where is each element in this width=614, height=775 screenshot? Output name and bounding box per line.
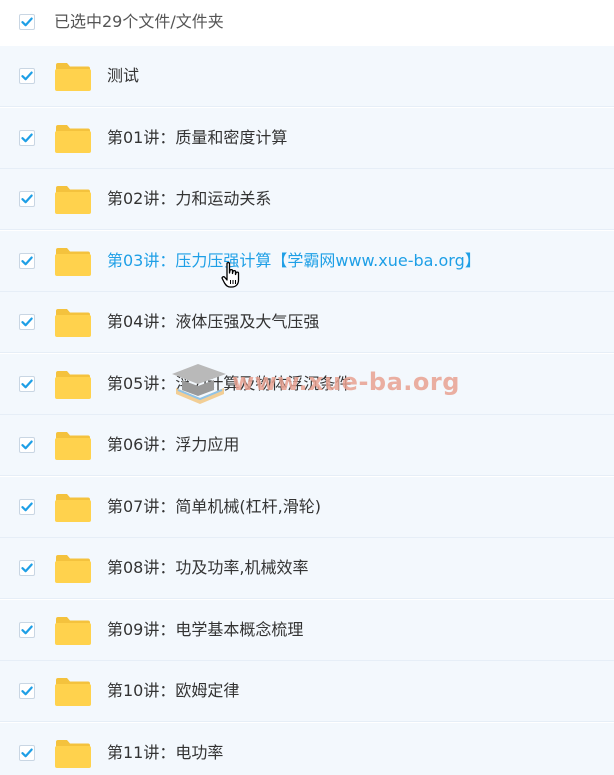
folder-name[interactable]: 第08讲：功及功率,机械效率 <box>107 557 308 579</box>
check-icon <box>21 502 33 512</box>
folder-row[interactable]: 第11讲：电功率 <box>0 723 614 775</box>
check-icon <box>21 748 33 758</box>
folder-icon <box>55 617 91 645</box>
check-icon <box>21 563 33 573</box>
folder-row[interactable]: 第03讲：压力压强计算【学霸网www.xue-ba.org】 <box>0 231 614 292</box>
folder-icon <box>55 309 91 337</box>
folder-row[interactable]: 第04讲：液体压强及大气压强 <box>0 292 614 353</box>
selection-count-text: 已选中29个文件/文件夹 <box>54 12 224 31</box>
folder-icon <box>55 432 91 460</box>
folder-name[interactable]: 第10讲：欧姆定律 <box>107 680 239 702</box>
folder-icon <box>55 125 91 153</box>
folder-row[interactable]: 第05讲：浮力计算及物体浮沉条件 <box>0 354 614 415</box>
folder-name[interactable]: 第09讲：电学基本概念梳理 <box>107 619 303 641</box>
folder-icon <box>55 740 91 768</box>
row-checkbox[interactable] <box>19 314 35 330</box>
folder-name[interactable]: 第06讲：浮力应用 <box>107 434 239 456</box>
check-icon <box>21 71 33 81</box>
folder-name[interactable]: 第02讲：力和运动关系 <box>107 188 271 210</box>
folder-row[interactable]: 第01讲：质量和密度计算 <box>0 108 614 169</box>
folder-name[interactable]: 第03讲：压力压强计算【学霸网www.xue-ba.org】 <box>107 250 481 272</box>
row-checkbox[interactable] <box>19 253 35 269</box>
folder-name[interactable]: 第07讲：简单机械(杠杆,滑轮) <box>107 496 321 518</box>
folder-icon <box>55 63 91 91</box>
row-checkbox[interactable] <box>19 68 35 84</box>
folder-name[interactable]: 第11讲：电功率 <box>107 742 223 764</box>
row-checkbox[interactable] <box>19 622 35 638</box>
folder-row[interactable]: 第07讲：简单机械(杠杆,滑轮) <box>0 477 614 538</box>
row-checkbox[interactable] <box>19 683 35 699</box>
folder-row[interactable]: 第09讲：电学基本概念梳理 <box>0 600 614 661</box>
folder-row[interactable]: 第10讲：欧姆定律 <box>0 661 614 722</box>
row-checkbox[interactable] <box>19 560 35 576</box>
check-icon <box>21 17 33 27</box>
folder-row[interactable]: 测试 <box>0 46 614 107</box>
check-icon <box>21 256 33 266</box>
check-icon <box>21 686 33 696</box>
folder-name[interactable]: 第04讲：液体压强及大气压强 <box>107 311 319 333</box>
check-icon <box>21 440 33 450</box>
check-icon <box>21 379 33 389</box>
folder-icon <box>55 186 91 214</box>
row-checkbox[interactable] <box>19 376 35 392</box>
row-checkbox[interactable] <box>19 499 35 515</box>
check-icon <box>21 194 33 204</box>
check-icon <box>21 133 33 143</box>
folder-icon <box>55 494 91 522</box>
folder-icon <box>55 248 91 276</box>
select-all-checkbox[interactable] <box>19 14 35 30</box>
folder-icon <box>55 678 91 706</box>
folder-icon <box>55 371 91 399</box>
check-icon <box>21 625 33 635</box>
folder-name[interactable]: 第05讲：浮力计算及物体浮沉条件 <box>107 373 351 395</box>
row-checkbox[interactable] <box>19 191 35 207</box>
row-checkbox[interactable] <box>19 130 35 146</box>
folder-name[interactable]: 第01讲：质量和密度计算 <box>107 127 287 149</box>
folder-row[interactable]: 第06讲：浮力应用 <box>0 415 614 476</box>
row-checkbox[interactable] <box>19 437 35 453</box>
folder-row[interactable]: 第08讲：功及功率,机械效率 <box>0 538 614 599</box>
row-checkbox[interactable] <box>19 745 35 761</box>
hand-cursor-icon <box>221 261 240 288</box>
check-icon <box>21 317 33 327</box>
folder-icon <box>55 555 91 583</box>
folder-row[interactable]: 第02讲：力和运动关系 <box>0 169 614 230</box>
folder-name[interactable]: 测试 <box>107 65 139 87</box>
selection-header: 已选中29个文件/文件夹 <box>0 0 614 46</box>
